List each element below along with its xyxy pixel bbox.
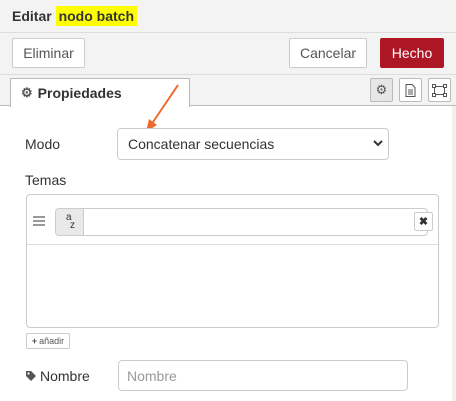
tab-bar: ⚙ Propiedades ⚙ <box>0 75 456 107</box>
document-icon <box>405 83 416 97</box>
name-input[interactable] <box>118 360 408 391</box>
cancel-button[interactable]: Cancelar <box>289 38 367 68</box>
name-label-row: Nombre <box>25 368 90 384</box>
add-label: añadir <box>39 336 65 346</box>
mode-select-value: Concatenar secuencias <box>128 136 275 152</box>
description-tab-button[interactable] <box>399 78 422 102</box>
chevron-down-icon <box>373 140 383 147</box>
annotation-arrow-icon <box>146 84 179 132</box>
gear-icon: ⚙ <box>375 82 388 97</box>
title-prefix: Editar <box>12 8 52 24</box>
remove-topic-button[interactable]: ✖ <box>414 212 433 231</box>
topics-label: Temas <box>25 172 67 188</box>
list-item: az <box>27 202 438 245</box>
properties-tab-button[interactable]: ⚙ <box>370 78 393 102</box>
gear-icon: ⚙ <box>21 85 33 100</box>
add-topic-button[interactable]: + añadir <box>26 333 70 349</box>
dialog-title: Editar nodo batch <box>12 6 138 26</box>
drag-handle-icon[interactable] <box>33 216 45 226</box>
az-string-icon[interactable]: az <box>56 209 84 235</box>
appearance-tab-button[interactable] <box>428 78 451 102</box>
close-icon: ✖ <box>418 216 429 228</box>
done-button[interactable]: Hecho <box>380 38 444 68</box>
dialog-header: Editar nodo batch <box>0 0 456 33</box>
topic-typed-input[interactable]: az <box>55 208 428 236</box>
topics-list: az <box>26 194 439 328</box>
tag-icon <box>26 371 36 381</box>
delete-button[interactable]: Eliminar <box>12 38 85 68</box>
appearance-icon <box>432 83 447 97</box>
button-bar: Eliminar Cancelar Hecho <box>0 33 456 75</box>
title-highlight: nodo batch <box>55 6 138 26</box>
scrollbar-track[interactable] <box>452 106 456 401</box>
tab-properties-label: Propiedades <box>37 85 122 101</box>
mode-select[interactable]: Concatenar secuencias <box>117 128 389 160</box>
name-label: Nombre <box>40 368 90 384</box>
plus-icon: + <box>31 336 38 346</box>
mode-label: Modo <box>25 136 61 152</box>
